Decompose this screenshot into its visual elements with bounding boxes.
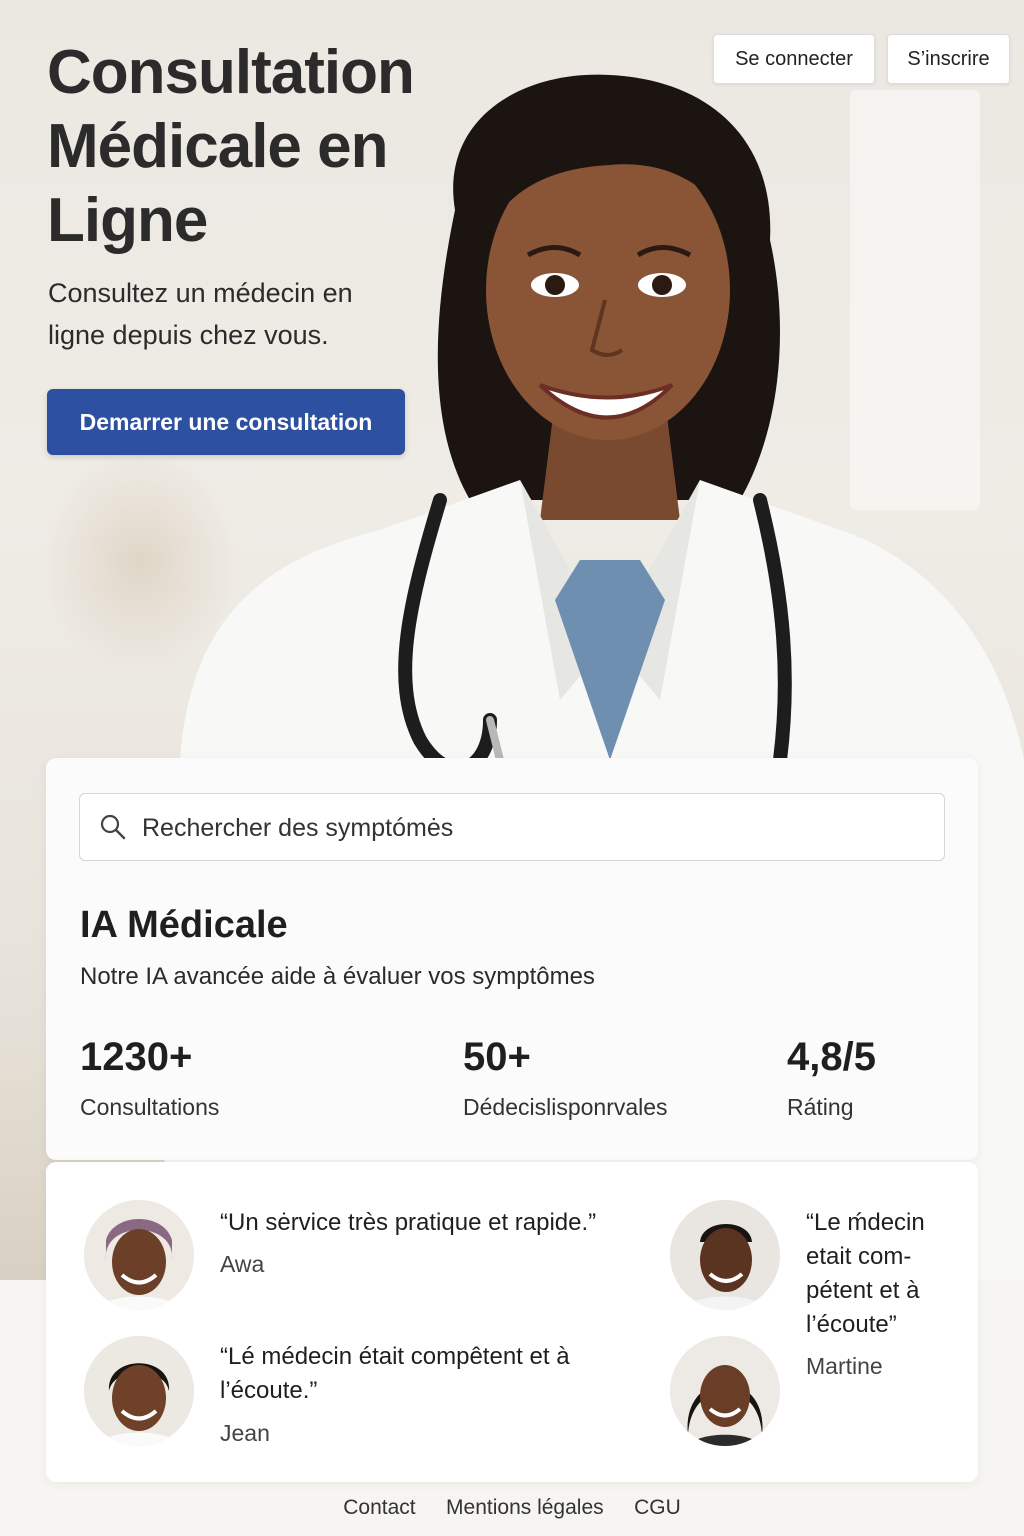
ai-card: IA Médicale Notre IA avancée aide à éval… (46, 758, 978, 1160)
search-icon (99, 813, 127, 846)
search-input[interactable] (140, 804, 924, 852)
stat-value: 50+ (463, 1035, 531, 1079)
footer: Contact Mentions légales CGU (0, 1496, 1024, 1536)
testimonial-quote: “Lé médecin était compêtent et à l’écout… (220, 1343, 570, 1404)
avatar (670, 1200, 780, 1310)
signup-button[interactable]: S’inscrire (887, 34, 1010, 84)
avatar (84, 1336, 194, 1446)
testimonial-author: Jean (220, 1420, 270, 1446)
start-consultation-button[interactable]: Demarrer une consultation (47, 389, 405, 455)
footer-link-legal[interactable]: Mentions légales (446, 1496, 604, 1519)
stat-value: 4,8/5 (787, 1035, 876, 1079)
stat-rating: 4,8/5 Ráting (787, 1032, 876, 1121)
stat-label: Ráting (787, 1094, 854, 1120)
testimonials-section: “Un sėrvice très pratique et rapide.” Aw… (46, 1162, 978, 1482)
ai-section-title: IA Médicale (80, 904, 288, 946)
stat-value: 1230+ (80, 1035, 193, 1079)
page-subtitle: Consultez un médecin en ligne depuis che… (48, 278, 353, 350)
page-title: Consultation Médicale en Ligne (47, 38, 415, 255)
login-button[interactable]: Se connecter (713, 34, 875, 84)
footer-link-contact[interactable]: Contact (343, 1496, 415, 1519)
stat-consultations: 1230+ Consultations (80, 1032, 219, 1121)
ai-section-description: Notre IA avancée aide à évaluer vos symp… (80, 963, 595, 990)
footer-link-cgu[interactable]: CGU (634, 1496, 681, 1519)
testimonial-author: Martine (806, 1353, 883, 1379)
testimonial-author: Awa (220, 1251, 265, 1277)
stat-label: Consultations (80, 1094, 220, 1120)
testimonial-quote: “Un sėrvice très pratique et rapide.” (220, 1209, 597, 1236)
avatar (670, 1336, 780, 1446)
avatar (84, 1200, 194, 1310)
stat-label: Dédecislisponrvales (463, 1094, 668, 1120)
testimonial-quote: “Le ḿdecin etait com- pétent et à l’écou… (806, 1209, 925, 1338)
symptom-search[interactable] (79, 793, 945, 861)
stat-doctors: 50+ Dédecislisponrvales (463, 1032, 668, 1121)
